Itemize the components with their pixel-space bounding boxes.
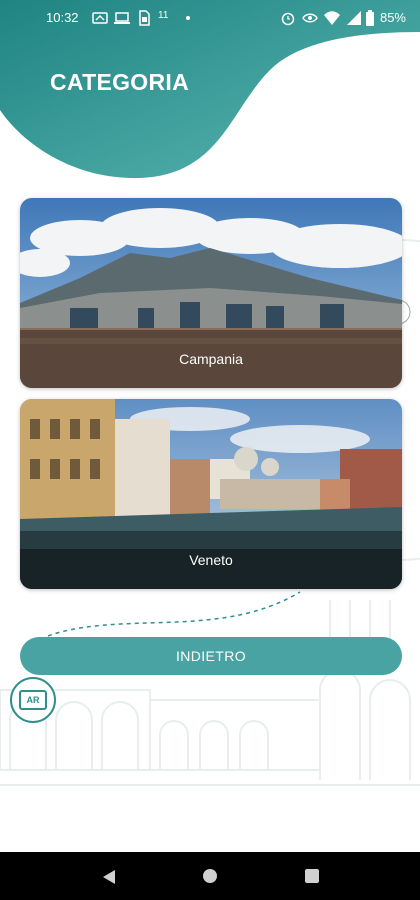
status-time: 10:32 — [46, 10, 79, 25]
signal-icon — [347, 11, 361, 25]
region-card-veneto[interactable]: Veneto — [20, 399, 402, 589]
region-label-veneto: Veneto — [189, 552, 233, 568]
region-label-campania: Campania — [179, 351, 243, 367]
battery-level: 85% — [379, 10, 406, 25]
page-title: CATEGORIA — [50, 69, 189, 95]
recents-square-icon[interactable] — [305, 869, 319, 883]
eye-icon — [302, 13, 318, 23]
ar-icon: AR — [19, 690, 47, 710]
alarm-icon — [281, 12, 295, 26]
ar-label: AR — [26, 695, 40, 705]
battery-icon — [366, 10, 374, 26]
status-bar: 10:32 11 85% — [0, 0, 420, 36]
laptop-icon — [114, 12, 130, 24]
sim-icon — [139, 10, 150, 26]
ar-button[interactable]: AR — [10, 677, 56, 723]
navigation-bar — [0, 852, 420, 900]
back-button[interactable]: INDIETRO — [20, 637, 402, 675]
home-circle-icon[interactable] — [203, 869, 217, 883]
network-11-icon: 11 — [158, 10, 169, 21]
wifi-icon — [324, 11, 340, 25]
cast-icon — [92, 12, 108, 24]
region-card-campania[interactable]: Campania — [20, 198, 402, 388]
dot-icon — [186, 16, 190, 20]
back-triangle-icon[interactable] — [100, 868, 118, 886]
